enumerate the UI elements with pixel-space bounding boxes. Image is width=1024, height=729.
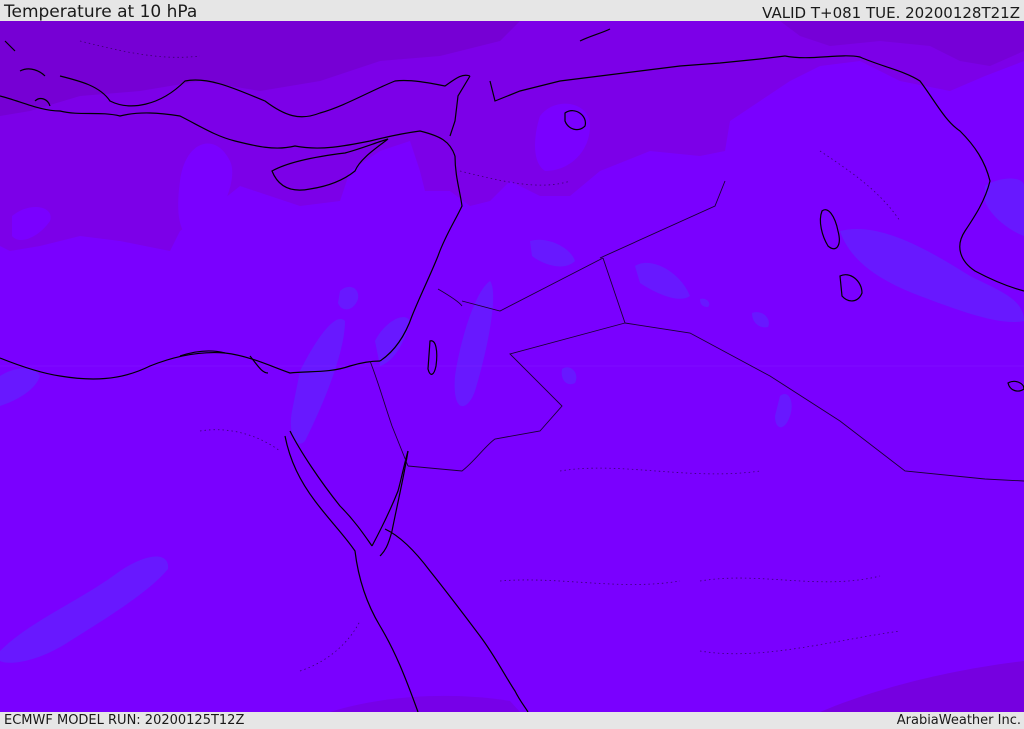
brand-label: ArabiaWeather Inc.: [896, 713, 1021, 728]
footer-bar: ECMWF MODEL RUN: 20200125T12Z ArabiaWeat…: [0, 712, 1024, 729]
weather-map[interactable]: [0, 21, 1024, 712]
valid-time: VALID T+081 TUE. 20200128T21Z: [762, 4, 1020, 22]
map-title: Temperature at 10 hPa: [4, 2, 198, 22]
header-bar: Temperature at 10 hPa VALID T+081 TUE. 2…: [0, 0, 1024, 21]
model-run-label: ECMWF MODEL RUN: 20200125T12Z: [4, 713, 245, 728]
map-canvas: [0, 21, 1024, 712]
